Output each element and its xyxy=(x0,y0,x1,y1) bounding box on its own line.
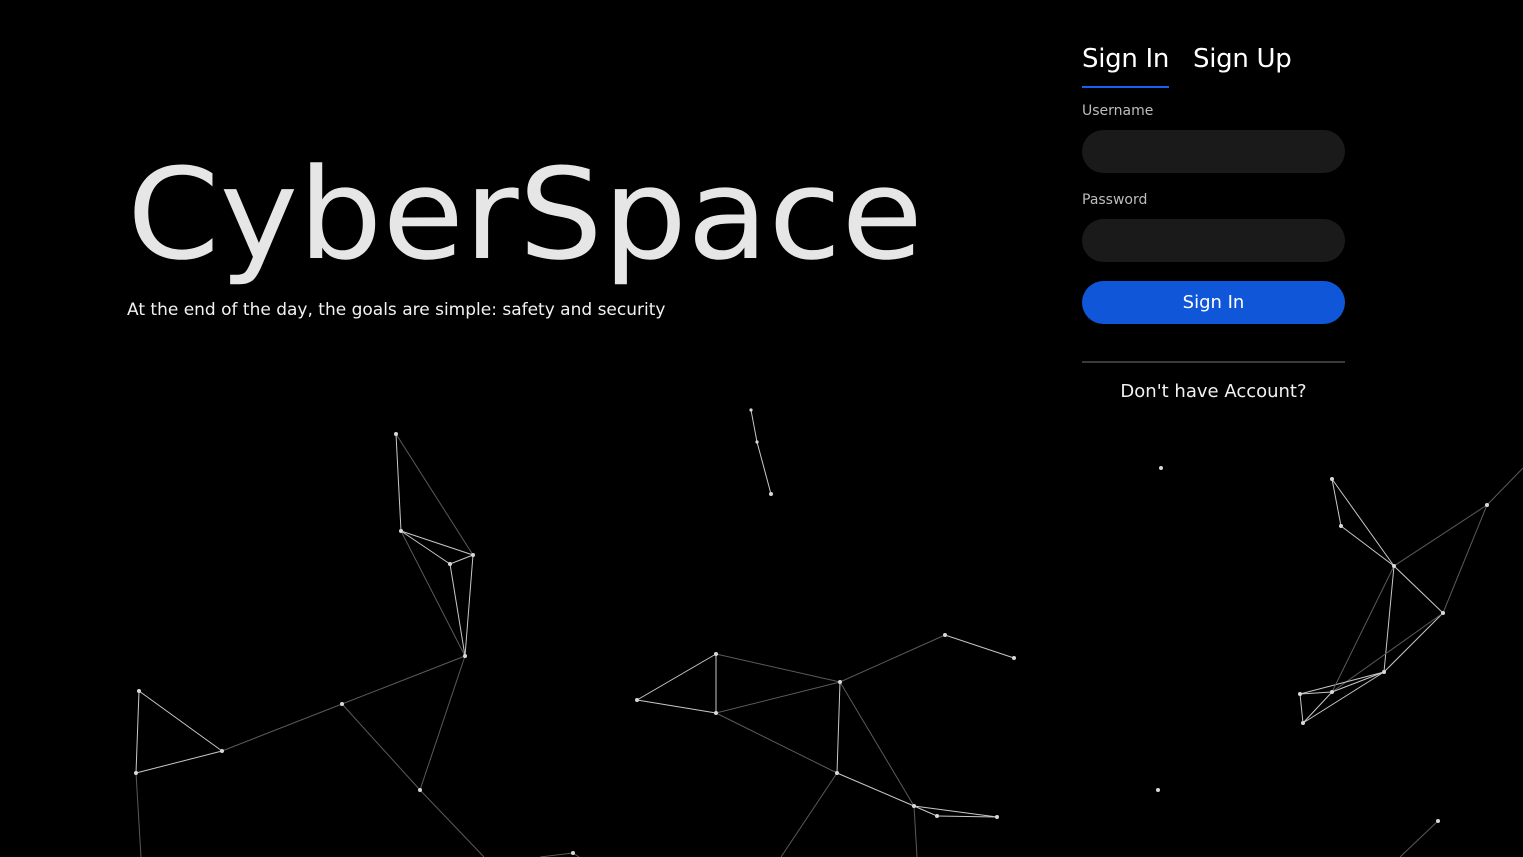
brand-title-wordmark: CyberSpace xyxy=(127,150,923,288)
page: CyberSpace At the end of the day, the go… xyxy=(0,0,1523,857)
tab-sign-in[interactable]: Sign In xyxy=(1082,38,1169,88)
hero: CyberSpace At the end of the day, the go… xyxy=(127,150,927,320)
no-account-link[interactable]: Don't have Account? xyxy=(1082,381,1345,402)
tab-sign-up[interactable]: Sign Up xyxy=(1193,38,1292,88)
auth-tabs: Sign In Sign Up xyxy=(1082,38,1345,88)
password-field[interactable] xyxy=(1082,219,1345,262)
network-nodes xyxy=(134,408,1489,855)
brand-title: CyberSpace xyxy=(127,150,927,290)
username-field[interactable] xyxy=(1082,130,1345,173)
auth-panel: Sign In Sign Up Username Password Sign I… xyxy=(1082,38,1345,402)
sign-in-button[interactable]: Sign In xyxy=(1082,281,1345,324)
brand-title-text: CyberSpace xyxy=(127,150,923,288)
username-label: Username xyxy=(1082,103,1154,119)
divider xyxy=(1082,361,1345,363)
tagline: At the end of the day, the goals are sim… xyxy=(127,300,666,320)
password-label: Password xyxy=(1082,192,1148,208)
